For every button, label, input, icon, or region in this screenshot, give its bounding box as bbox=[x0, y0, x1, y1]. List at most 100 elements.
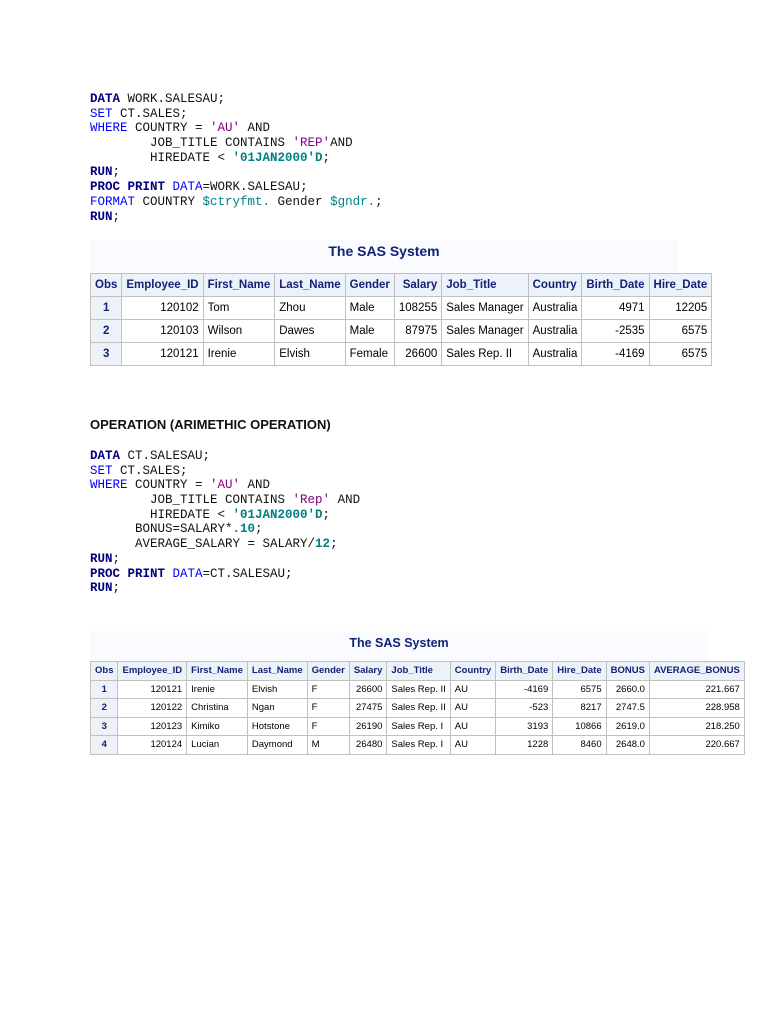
cell-country: Australia bbox=[527, 319, 583, 343]
cell-birth-date: -4169 bbox=[581, 342, 650, 366]
code-line: RUN; bbox=[90, 165, 383, 180]
code-token: RUN bbox=[90, 581, 113, 596]
table-row: 4 120124 Lucian Daymond M 26480 Sales Rep. I AU… bbox=[89, 735, 745, 755]
cell-last-name: Daymond bbox=[246, 735, 308, 755]
cell-first-name: Irenie bbox=[202, 342, 276, 366]
cell-hire-date: 10866 bbox=[552, 716, 607, 736]
code-line: SET CT.SALES; bbox=[90, 107, 383, 122]
column-header-birth-date: Birth_Date bbox=[495, 661, 554, 681]
cell-obs: 4 bbox=[89, 735, 119, 755]
code-token: 'Rep' bbox=[292, 493, 331, 508]
header-row: Obs Employee_ID First_Name Last_Name Gender S… bbox=[89, 661, 745, 681]
cell-job-title: Sales Rep. II bbox=[441, 342, 529, 366]
code-token: JOB_TITLE CONTAINS bbox=[90, 493, 293, 508]
table-row: 1 120121 Irenie Elvish F 26600 Sales Rep. II AU… bbox=[89, 679, 745, 699]
cell-average-bonus: 228.958 bbox=[648, 698, 745, 718]
code-token: CT.SALES; bbox=[112, 463, 188, 478]
cell-country: AU bbox=[449, 735, 497, 755]
cell-hire-date: 6575 bbox=[648, 342, 713, 366]
column-header-job-title: Job_Title bbox=[441, 273, 529, 297]
code-token: HIREDATE < bbox=[90, 150, 233, 165]
code-line: BONUS=SALARY*.10; bbox=[90, 522, 360, 537]
cell-job-title: Sales Rep. I bbox=[386, 716, 451, 736]
code-line: DATA CT.SALESAU; bbox=[90, 449, 360, 464]
table-row: 2 120103 Wilson Dawes Male 87975 Sales Manager… bbox=[89, 319, 713, 343]
code-line: HIREDATE < '01JAN2000'D; bbox=[90, 508, 360, 523]
code-line: DATA WORK.SALESAU; bbox=[90, 92, 383, 107]
code-token: '01JAN2000'D bbox=[232, 150, 323, 165]
column-header-bonus: BONUS bbox=[605, 661, 650, 681]
code-token: $gndr. bbox=[330, 194, 376, 209]
code-token: RUN bbox=[90, 165, 113, 180]
cell-first-name: Tom bbox=[202, 296, 276, 320]
cell-birth-date: -4169 bbox=[495, 679, 554, 699]
cell-gender: F bbox=[306, 716, 350, 736]
cell-obs: 1 bbox=[89, 296, 123, 320]
code-token: BONUS=SALARY* bbox=[90, 522, 233, 537]
cell-hire-date: 12205 bbox=[648, 296, 713, 320]
code-token: ; bbox=[112, 581, 121, 596]
code-line: RUN; bbox=[90, 210, 383, 225]
column-header-birth-date: Birth_Date bbox=[581, 273, 650, 297]
code-line: AVERAGE_SALARY = SALARY/12; bbox=[90, 537, 360, 552]
cell-job-title: Sales Manager bbox=[441, 319, 529, 343]
cell-gender: Male bbox=[344, 296, 395, 320]
cell-gender: M bbox=[306, 735, 350, 755]
cell-birth-date: 3193 bbox=[495, 716, 554, 736]
cell-bonus: 2660.0 bbox=[605, 679, 650, 699]
code-token: AND bbox=[330, 136, 353, 151]
cell-first-name: Christina bbox=[186, 698, 248, 718]
cell-employee-id: 120103 bbox=[121, 319, 204, 343]
code-token: AND bbox=[240, 121, 271, 136]
cell-employee-id: 120121 bbox=[117, 679, 188, 699]
cell-last-name: Ngan bbox=[246, 698, 308, 718]
code-token: HIREDATE < bbox=[90, 507, 233, 522]
code-token: DATA bbox=[172, 180, 203, 195]
cell-obs: 2 bbox=[89, 698, 119, 718]
cell-obs: 3 bbox=[89, 716, 119, 736]
cell-last-name: Elvish bbox=[274, 342, 346, 366]
cell-obs: 2 bbox=[89, 319, 123, 343]
code-token: JOB_TITLE CONTAINS bbox=[90, 136, 293, 151]
cell-first-name: Irenie bbox=[186, 679, 248, 699]
code-line: HIREDATE < '01JAN2000'D; bbox=[90, 151, 383, 166]
code-token: 12 bbox=[315, 537, 331, 552]
cell-job-title: Sales Rep. I bbox=[386, 735, 451, 755]
cell-obs: 1 bbox=[89, 679, 119, 699]
code-token: AND bbox=[330, 493, 361, 508]
cell-hire-date: 8460 bbox=[552, 735, 607, 755]
sas-output-table-1: The SAS System Obs Employee_ID First_Name L… bbox=[89, 240, 713, 366]
column-header-hire-date: Hire_Date bbox=[648, 273, 713, 297]
column-header-last-name: Last_Name bbox=[274, 273, 346, 297]
code-block-data-step-1: DATA WORK.SALESAU; SET CT.SALES; WHERE COU… bbox=[90, 92, 383, 224]
code-token: ; bbox=[112, 209, 121, 224]
cell-birth-date: -523 bbox=[495, 698, 554, 718]
cell-country: Australia bbox=[527, 342, 583, 366]
cell-last-name: Hotstone bbox=[246, 716, 308, 736]
code-token: ; bbox=[322, 507, 331, 522]
header-row: Obs Employee_ID First_Name Last_Name Gender S… bbox=[89, 273, 713, 297]
code-token: ; bbox=[330, 537, 338, 552]
code-token: SET bbox=[90, 463, 113, 478]
cell-country: AU bbox=[449, 716, 497, 736]
table-title: The SAS System bbox=[349, 636, 449, 650]
code-token: .10 bbox=[232, 522, 256, 537]
column-header-employee-id: Employee_ID bbox=[121, 273, 204, 297]
code-token: ; bbox=[375, 194, 383, 209]
cell-country: AU bbox=[449, 679, 497, 699]
code-token: COUNTRY bbox=[135, 194, 203, 209]
code-token: DATA bbox=[172, 566, 203, 581]
code-line: JOB_TITLE CONTAINS 'Rep' AND bbox=[90, 493, 360, 508]
cell-job-title: Sales Rep. II bbox=[386, 698, 451, 718]
column-header-employee-id: Employee_ID bbox=[117, 661, 188, 681]
column-header-first-name: First_Name bbox=[186, 661, 248, 681]
column-header-salary: Salary bbox=[348, 661, 388, 681]
cell-employee-id: 120121 bbox=[121, 342, 204, 366]
code-token: ; bbox=[255, 522, 263, 537]
column-header-obs: Obs bbox=[89, 273, 123, 297]
cell-birth-date: 4971 bbox=[581, 296, 650, 320]
code-token: ; bbox=[112, 165, 121, 180]
results-table: Obs Employee_ID First_Name Last_Name Gender S… bbox=[89, 273, 713, 366]
cell-average-bonus: 220.667 bbox=[648, 735, 745, 755]
